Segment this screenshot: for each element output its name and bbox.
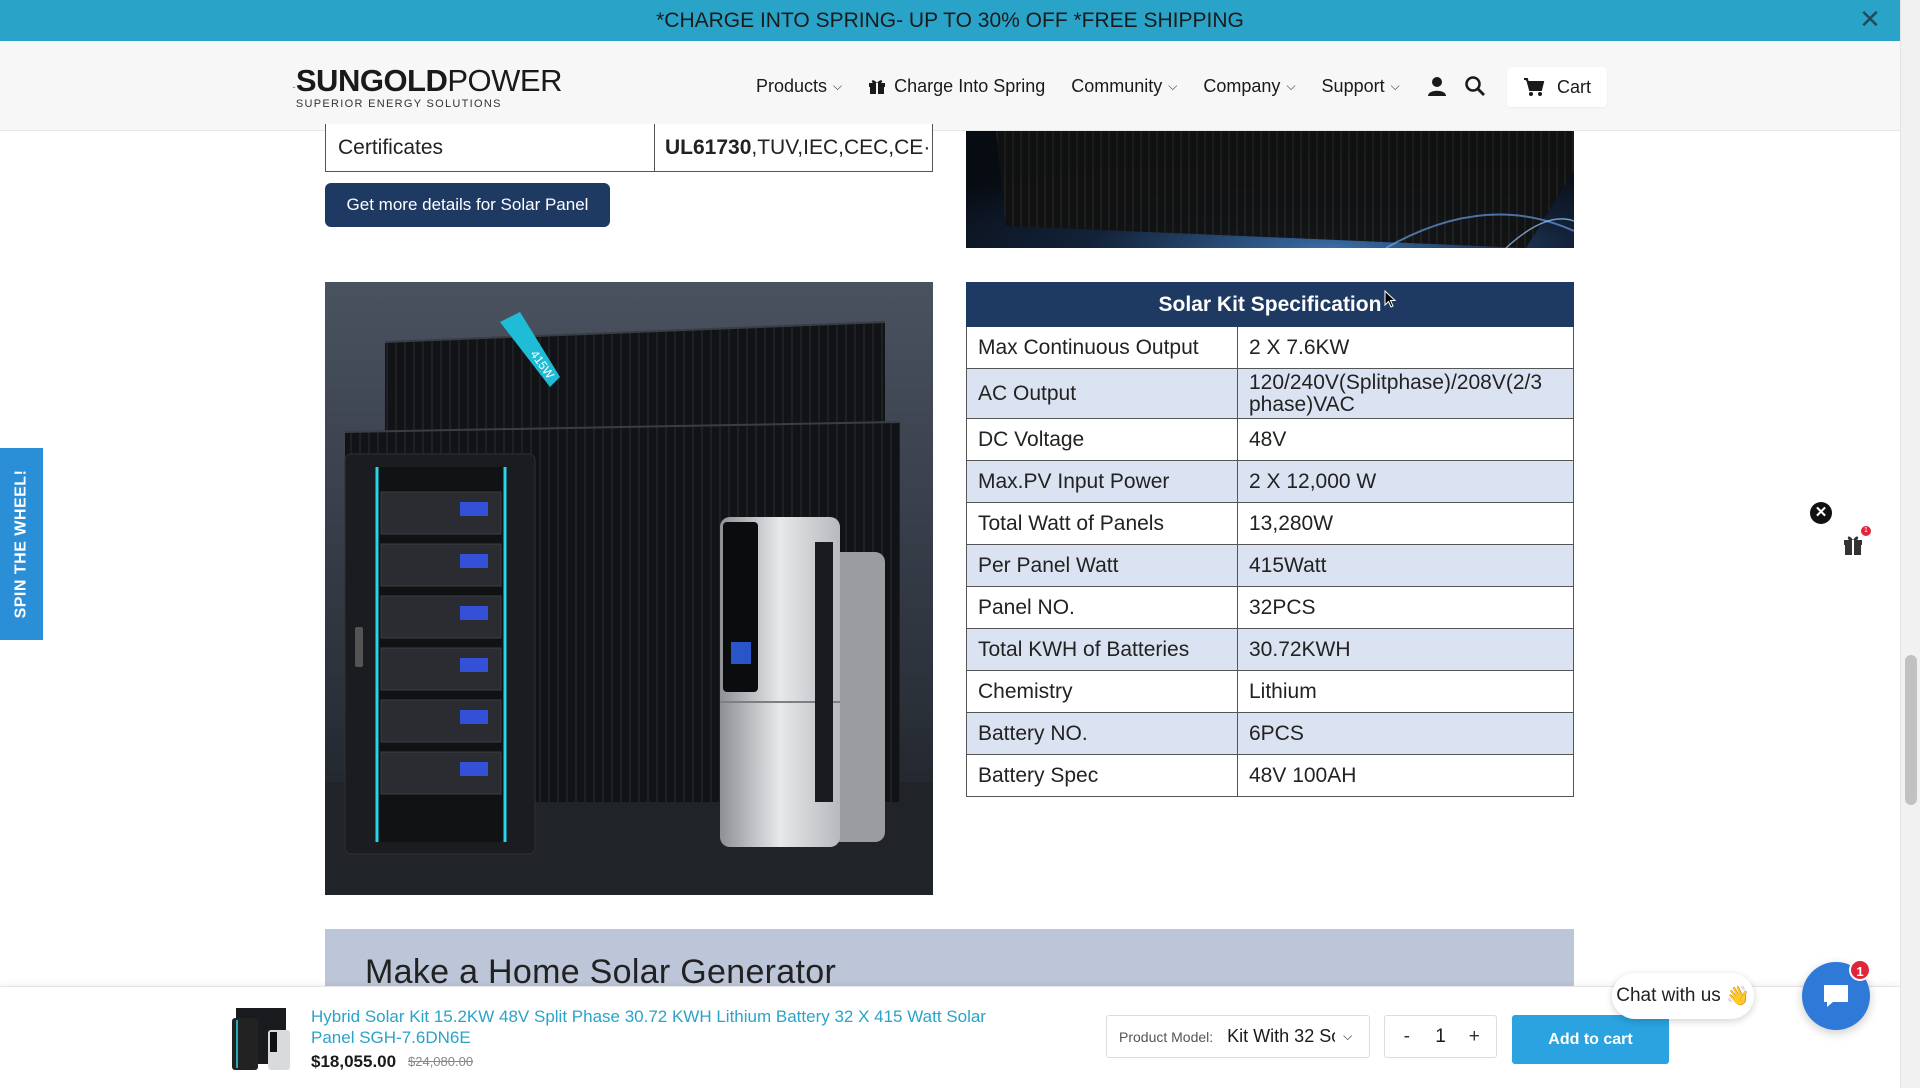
table-row: Battery NO. 6PCS [966, 712, 1574, 755]
logo-text: SUNGOLDPOWER SUPERIOR ENERGY SOLUTIONS [295, 62, 563, 110]
sticky-compare-price: $24,080.00 [408, 1054, 474, 1069]
quantity-stepper: - 1 + [1384, 1015, 1497, 1058]
table-row: Total Watt of Panels 13,280W [966, 502, 1574, 545]
chat-badge: 1 [1849, 959, 1871, 981]
chevron-down-icon: ⌵ [1343, 1029, 1353, 1043]
nav-community[interactable]: Community ⌵ [1071, 76, 1177, 97]
scrollbar-thumb[interactable] [1905, 655, 1917, 805]
sticky-product-title[interactable]: Hybrid Solar Kit 15.2KW 48V Split Phase … [311, 1006, 1031, 1048]
spin-the-wheel-label: SPIN THE WHEEL! [12, 469, 30, 619]
spec-value: 6PCS [1237, 712, 1574, 755]
table-row: Battery Spec 48V 100AH [966, 754, 1574, 797]
spec-value: 30.72KWH [1237, 628, 1574, 671]
quantity-increase-button[interactable]: + [1459, 1026, 1489, 1048]
chat-with-us-pill[interactable]: Chat with us 👋 [1612, 973, 1754, 1019]
spec-key: Panel NO. [966, 586, 1238, 629]
wave-icon: 👋 [1726, 986, 1750, 1007]
main-nav: Products ⌵ Charge Into Spring Community ⌵ … [756, 69, 1502, 103]
page: *CHARGE INTO SPRING- UP TO 30% OFF *FREE… [0, 0, 1920, 1088]
certificates-label: Certificates [326, 124, 655, 171]
sticky-price: $18,055.00 [311, 1052, 397, 1071]
table-row: DC Voltage 48V [966, 418, 1574, 461]
quantity-value[interactable]: 1 [1435, 1026, 1446, 1048]
chat-bubble-icon [1824, 985, 1848, 1007]
spec-key: AC Output [966, 368, 1238, 419]
solar-kit-photo: 415W [325, 282, 933, 895]
spec-title: Solar Kit Specification [966, 282, 1574, 327]
page-scrollbar[interactable] [1900, 0, 1920, 1088]
spec-value: 2 X 7.6KW [1237, 326, 1574, 369]
announcement-text: *CHARGE INTO SPRING- UP TO 30% OFF *FREE… [656, 8, 1244, 32]
gift-widget-close-icon[interactable]: ✕ [1810, 502, 1832, 524]
solar-panel-photo [966, 131, 1574, 248]
solar-panel-image [966, 131, 1574, 248]
spec-key: Max.PV Input Power [966, 460, 1238, 503]
spec-value: 120/240V(Splitphase)/208V(2/3 phase)VAC [1237, 368, 1574, 419]
search-icon[interactable] [1464, 75, 1486, 97]
site-header: SUNGOLDPOWER SUPERIOR ENERGY SOLUTIONS P… [0, 41, 1900, 131]
product-model-select[interactable]: Product Model: Kit With 32 Solar Panels … [1106, 1015, 1370, 1058]
spec-key: Chemistry [966, 670, 1238, 713]
gift-icon [869, 80, 886, 94]
product-model-label: Product Model: [1119, 1028, 1214, 1045]
chevron-down-icon: ⌵ [833, 78, 843, 93]
product-thumbnail [228, 1004, 298, 1074]
table-row: Per Panel Watt 415Watt [966, 544, 1574, 587]
cart-icon [1523, 78, 1545, 96]
table-row: Total KWH of Batteries 30.72KWH [966, 628, 1574, 671]
solar-panel-details-button[interactable]: Get more details for Solar Panel [325, 183, 610, 227]
spec-value: 13,280W [1237, 502, 1574, 545]
spec-key: Battery Spec [966, 754, 1238, 797]
spec-value: 2 X 12,000 W [1237, 460, 1574, 503]
nav-support[interactable]: Support ⌵ [1322, 76, 1400, 97]
nav-community-label: Community [1071, 75, 1163, 96]
quantity-decrease-button[interactable]: - [1392, 1026, 1422, 1048]
nav-company-label: Company [1203, 75, 1281, 96]
nav-charge-label: Charge Into Spring [894, 75, 1046, 96]
certificates-row: Certificates UL61730 ,TUV,IEC,CEC,CE··· [325, 124, 933, 172]
spec-header-row: Solar Kit Specification [966, 282, 1574, 327]
spec-key: DC Voltage [966, 418, 1238, 461]
spec-key: Total KWH of Batteries [966, 628, 1238, 671]
spec-key: Per Panel Watt [966, 544, 1238, 587]
spec-value: 48V 100AH [1237, 754, 1574, 797]
announcement-bar: *CHARGE INTO SPRING- UP TO 30% OFF *FREE… [0, 0, 1900, 41]
table-row: Panel NO. 32PCS [966, 586, 1574, 629]
solar-kit-product-image: 415W [325, 282, 933, 895]
chevron-down-icon: ⌵ [1390, 78, 1400, 93]
table-row: Max Continuous Output 2 X 7.6KW [966, 326, 1574, 369]
chevron-down-icon: ⌵ [1286, 78, 1296, 93]
certificates-value: UL61730 ,TUV,IEC,CEC,CE··· [665, 135, 932, 159]
spec-key: Battery NO. [966, 712, 1238, 755]
close-icon[interactable]: ✕ [1858, 6, 1882, 32]
cart-button[interactable]: Cart [1507, 67, 1607, 107]
chat-label: Chat with us [1616, 985, 1721, 1006]
solar-kit-spec-table: Solar Kit Specification Max Continuous O… [966, 282, 1574, 797]
spec-value: 32PCS [1237, 586, 1574, 629]
mouse-cursor-icon [1384, 290, 1396, 308]
nav-company[interactable]: Company ⌵ [1203, 76, 1295, 97]
product-model-value: Kit With 32 Solar Panels [1227, 1026, 1335, 1046]
nav-products-label: Products [756, 75, 828, 96]
account-icon[interactable] [1426, 75, 1448, 97]
table-row: Chemistry Lithium [966, 670, 1574, 713]
spec-key: Max Continuous Output [966, 326, 1238, 369]
spin-the-wheel-tab[interactable]: SPIN THE WHEEL! [0, 448, 43, 640]
chevron-down-icon: ⌵ [1168, 78, 1178, 93]
nav-charge-into-spring[interactable]: Charge Into Spring [868, 76, 1045, 97]
nav-support-label: Support [1321, 75, 1385, 96]
nav-products[interactable]: Products ⌵ [756, 76, 842, 97]
spec-value: Lithium [1237, 670, 1574, 713]
spec-value: 415Watt [1237, 544, 1574, 587]
spec-value: 48V [1237, 418, 1574, 461]
cart-label: Cart [1556, 76, 1591, 97]
logo[interactable]: SUNGOLDPOWER SUPERIOR ENERGY SOLUTIONS [292, 61, 562, 113]
spec-key: Total Watt of Panels [966, 502, 1238, 545]
table-row: Max.PV Input Power 2 X 12,000 W [966, 460, 1574, 503]
logo-tagline: SUPERIOR ENERGY SOLUTIONS [295, 97, 502, 110]
logo-name: SUNGOLDPOWER [295, 62, 563, 98]
add-to-cart-button[interactable]: Add to cart [1512, 1015, 1669, 1064]
table-row: AC Output 120/240V(Splitphase)/208V(2/3 p… [966, 368, 1574, 419]
gift-badge: 1 [1861, 526, 1871, 536]
